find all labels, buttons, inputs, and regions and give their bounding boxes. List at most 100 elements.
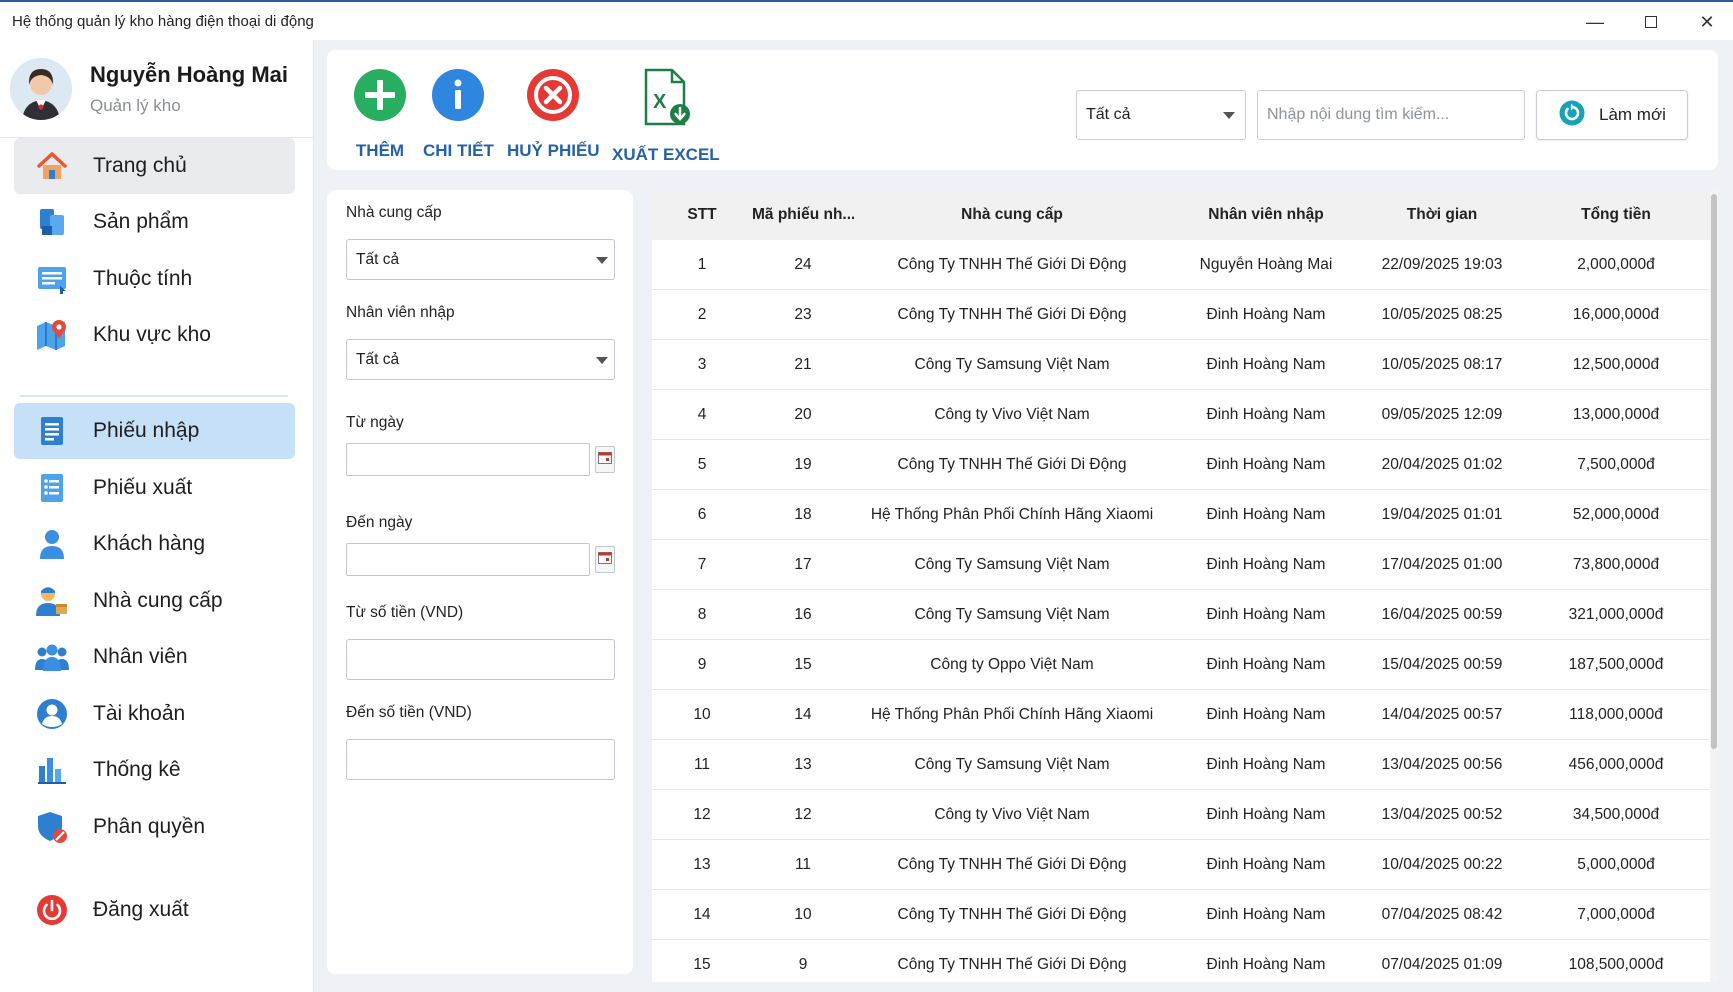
- sidebar-item-products[interactable]: Sản phẩm: [14, 194, 295, 250]
- column-header-time[interactable]: Thời gian: [1362, 206, 1522, 224]
- table-row[interactable]: 1 24 Công Ty TNHH Thế Giới Di Động Nguyễn H…: [652, 240, 1710, 290]
- table-row[interactable]: 7 17 Công Ty Samsung Việt Nam Đinh Hoàng Na…: [652, 540, 1710, 590]
- cell-time: 13/04/2025 00:52: [1381, 805, 1503, 823]
- cell-time: 19/04/2025 01:01: [1381, 505, 1503, 523]
- sidebar-item-home[interactable]: Trang chủ: [14, 138, 295, 194]
- cell-employee: Nguyễn Hoàng Mai: [1199, 255, 1333, 273]
- table-row[interactable]: 6 18 Hệ Thống Phân Phối Chính Hãng Xiaomi Đ…: [652, 490, 1710, 540]
- table-row[interactable]: 8 16 Công Ty Samsung Việt Nam Đinh Hoàng Na…: [652, 590, 1710, 640]
- cell-supplier: Công Ty TNHH Thế Giới Di Động: [897, 305, 1127, 323]
- search-input[interactable]: [1257, 90, 1525, 140]
- sidebar-item-label: Thuộc tính: [93, 267, 193, 290]
- sidebar-item-suppliers[interactable]: Nhà cung cấp: [14, 573, 295, 629]
- column-header-employee[interactable]: Nhân viên nhập: [1170, 206, 1362, 224]
- maximize-button[interactable]: [1623, 4, 1679, 40]
- employee-select-value: Tất cả: [356, 350, 400, 368]
- cell-employee: Đinh Hoàng Nam: [1206, 755, 1326, 773]
- sidebar-item-attributes[interactable]: Thuộc tính: [14, 251, 295, 307]
- table-body: 1 24 Công Ty TNHH Thế Giới Di Động Nguyễn H…: [652, 240, 1710, 982]
- logout-label: Đăng xuất: [93, 898, 189, 921]
- table-row[interactable]: 10 14 Hệ Thống Phân Phối Chính Hãng Xiaomi…: [652, 690, 1710, 740]
- cell-employee: Đinh Hoàng Nam: [1206, 905, 1326, 923]
- table-row[interactable]: 14 10 Công Ty TNHH Thế Giới Di Động Đinh Ho…: [652, 890, 1710, 940]
- cancel-receipt-button[interactable]: HUỶ PHIẾU: [507, 68, 600, 161]
- table-row[interactable]: 11 13 Công Ty Samsung Việt Nam Đinh Hoàng N…: [652, 740, 1710, 790]
- sidebar-item-import-receipt[interactable]: Phiếu nhập: [14, 403, 295, 459]
- from-date-label: Từ ngày: [346, 414, 404, 431]
- cell-supplier: Hệ Thống Phân Phối Chính Hãng Xiaomi: [870, 505, 1154, 523]
- cell-stt: 9: [697, 655, 707, 673]
- table-row[interactable]: 4 20 Công ty Vivo Việt Nam Đinh Hoàng Nam 09…: [652, 390, 1710, 440]
- table-row[interactable]: 13 11 Công Ty TNHH Thế Giới Di Động Đinh Ho…: [652, 840, 1710, 890]
- cell-stt: 7: [697, 555, 707, 573]
- supplier-icon: [34, 583, 70, 619]
- cell-supplier: Công ty Vivo Việt Nam: [934, 405, 1090, 423]
- table-row[interactable]: 3 21 Công Ty Samsung Việt Nam Đinh Hoàng Na…: [652, 340, 1710, 390]
- user-profile: Nguyễn Hoàng Mai Quản lý kho: [0, 40, 313, 138]
- sidebar-item-staff[interactable]: Nhân viên: [14, 629, 295, 685]
- cell-employee: Đinh Hoàng Nam: [1206, 855, 1326, 873]
- add-button[interactable]: THÊM: [353, 68, 407, 161]
- scrollbar-thumb[interactable]: [1711, 194, 1717, 749]
- to-date-picker-button[interactable]: [595, 546, 615, 573]
- cell-supplier: Công Ty TNHH Thế Giới Di Động: [897, 855, 1127, 873]
- cell-employee: Đinh Hoàng Nam: [1206, 705, 1326, 723]
- to-date-input[interactable]: [346, 543, 590, 576]
- from-date-picker-button[interactable]: [595, 446, 615, 473]
- logout-button[interactable]: Đăng xuất: [14, 882, 295, 938]
- account-icon: [34, 696, 70, 732]
- cell-employee: Đinh Hoàng Nam: [1206, 505, 1326, 523]
- table-row[interactable]: 15 9 Công Ty TNHH Thế Giới Di Động Đinh Hoà…: [652, 940, 1710, 982]
- products-icon: [34, 204, 70, 240]
- chevron-down-icon: [1223, 112, 1235, 119]
- sidebar-item-warehouse-area[interactable]: Khu vực kho: [14, 307, 295, 363]
- from-amount-input[interactable]: [346, 639, 615, 680]
- column-header-stt[interactable]: STT: [652, 206, 752, 224]
- cell-time: 07/04/2025 01:09: [1381, 955, 1503, 973]
- cell-total: 118,000,000đ: [1569, 705, 1663, 723]
- sidebar-item-account[interactable]: Tài khoản: [14, 686, 295, 742]
- export-excel-button[interactable]: X XUẤT EXCEL: [612, 68, 720, 165]
- chevron-down-icon: [596, 357, 608, 364]
- column-header-supplier[interactable]: Nhà cung cấp: [854, 206, 1170, 224]
- sidebar-item-export-receipt[interactable]: Phiếu xuất: [14, 460, 295, 516]
- cell-total: 34,500,000đ: [1572, 805, 1660, 823]
- cell-total: 52,000,000đ: [1572, 505, 1660, 523]
- cancel-icon: [526, 68, 580, 127]
- sidebar-item-label: Phiếu nhập: [93, 419, 200, 442]
- table-row[interactable]: 12 12 Công ty Vivo Việt Nam Đinh Hoàng Nam 1…: [652, 790, 1710, 840]
- cell-supplier: Công Ty Samsung Việt Nam: [914, 555, 1110, 573]
- column-header-total[interactable]: Tổng tiền: [1522, 206, 1710, 224]
- table-row[interactable]: 9 15 Công ty Oppo Việt Nam Đinh Hoàng Nam 15…: [652, 640, 1710, 690]
- sidebar-item-statistics[interactable]: Thống kê: [14, 742, 295, 798]
- cell-stt: 6: [697, 505, 707, 523]
- supplier-select-value: Tất cả: [356, 250, 400, 268]
- cell-receipt-id: 18: [794, 505, 812, 523]
- sidebar-item-customers[interactable]: Khách hàng: [14, 516, 295, 572]
- close-window-button[interactable]: ✕: [1679, 4, 1733, 40]
- search-filter-select[interactable]: Tất cả: [1076, 90, 1246, 140]
- column-header-receipt-id[interactable]: Mã phiếu nh...: [752, 206, 854, 224]
- table-row[interactable]: 2 23 Công Ty TNHH Thế Giới Di Động Đinh Hoà…: [652, 290, 1710, 340]
- from-date-input[interactable]: [346, 443, 590, 476]
- supplier-select[interactable]: Tất cả: [346, 239, 615, 280]
- refresh-button[interactable]: Làm mới: [1536, 90, 1688, 140]
- cell-supplier: Công Ty TNHH Thế Giới Di Động: [897, 905, 1127, 923]
- window-title: Hệ thống quản lý kho hàng điện thoại di …: [12, 12, 314, 30]
- cell-receipt-id: 13: [794, 755, 812, 773]
- table-row[interactable]: 5 19 Công Ty TNHH Thế Giới Di Động Đinh Hoà…: [652, 440, 1710, 490]
- sidebar-item-permissions[interactable]: Phân quyền: [14, 799, 295, 855]
- cancel-label: HUỶ PHIẾU: [507, 141, 600, 160]
- employee-select[interactable]: Tất cả: [346, 339, 615, 380]
- staff-icon: [34, 639, 70, 675]
- attributes-icon: [34, 261, 70, 297]
- import-receipt-table: STT Mã phiếu nh... Nhà cung cấp Nhân viê…: [652, 190, 1718, 982]
- vertical-scrollbar[interactable]: [1710, 190, 1718, 982]
- to-amount-input[interactable]: [346, 739, 615, 780]
- cell-supplier: Công Ty Samsung Việt Nam: [914, 355, 1110, 373]
- cell-total: 456,000,000đ: [1568, 755, 1664, 773]
- home-icon: [34, 148, 70, 184]
- minimize-button[interactable]: —: [1567, 4, 1623, 40]
- detail-button[interactable]: CHI TIẾT: [423, 68, 494, 161]
- cell-receipt-id: 23: [794, 305, 812, 323]
